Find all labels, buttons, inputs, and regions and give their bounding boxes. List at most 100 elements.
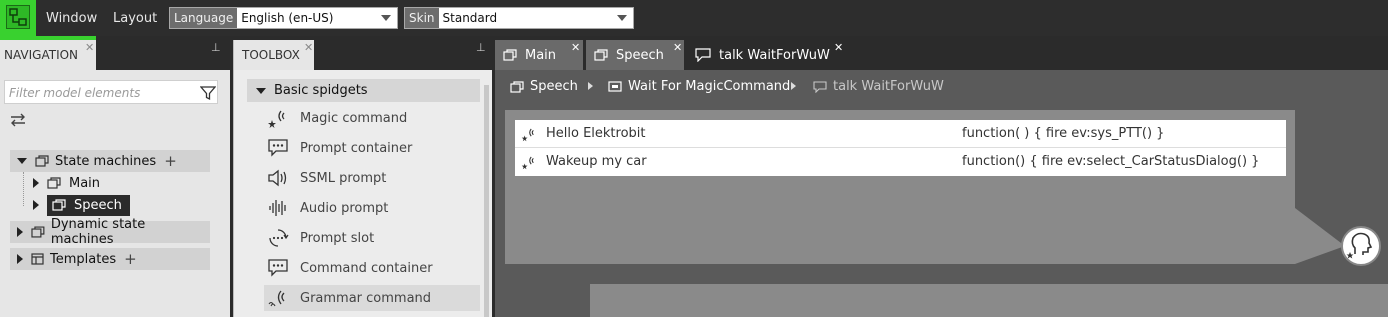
state-machine-icon xyxy=(35,155,49,167)
audio-wave-icon xyxy=(264,198,292,218)
filter-placeholder: Filter model elements xyxy=(9,86,141,100)
breadcrumb-wait[interactable]: Wait For MagicCommand xyxy=(608,79,790,94)
toolbox-panel: TOOLBOX ✕ ⊥ Basic spidgets Magic command… xyxy=(233,40,493,317)
add-icon[interactable]: + xyxy=(124,250,137,268)
grammar-name: Hello Elektrobit xyxy=(546,126,646,141)
state-icon xyxy=(608,81,622,92)
state-machine-icon xyxy=(52,199,66,211)
tool-label: SSML prompt xyxy=(300,170,387,186)
grammar-command-icon xyxy=(264,288,292,308)
breadcrumb-speech-label: Speech xyxy=(530,79,578,94)
skin-value: Standard xyxy=(442,11,498,25)
pin-icon[interactable]: ⊥ xyxy=(211,41,221,54)
tab-toolbox[interactable]: TOOLBOX xyxy=(234,40,314,70)
tab-talk-waitforwuw[interactable]: talk WaitForWuW xyxy=(687,40,849,70)
grammar-function: function( ) { fire ev:sys_PTT() } xyxy=(962,126,1165,141)
tool-label: Prompt slot xyxy=(300,230,375,246)
close-icon[interactable]: ✕ xyxy=(673,41,682,54)
breadcrumb-talk-label: talk WaitForWuW xyxy=(833,79,944,94)
tool-label: Prompt container xyxy=(300,140,413,156)
toolbox-item-prompt-container[interactable]: Prompt container xyxy=(264,135,480,161)
toolbox-item-magic-command[interactable]: Magic command xyxy=(264,105,480,131)
breadcrumb: Speech Wait For MagicCommand talk WaitFo… xyxy=(495,70,1388,104)
tab-talk-label: talk WaitForWuW xyxy=(719,47,830,63)
talk-state-box[interactable]: Hello Elektrobit function( ) { fire ev:s… xyxy=(505,110,1295,264)
table-row[interactable]: Wakeup my car function() { fire ev:selec… xyxy=(515,148,1286,176)
talk-avatar-icon[interactable] xyxy=(1341,226,1381,266)
chevron-down-icon xyxy=(381,15,391,21)
breadcrumb-talk[interactable]: talk WaitForWuW xyxy=(813,79,944,94)
pin-icon[interactable]: ⊥ xyxy=(476,41,486,54)
menu-window[interactable]: Window xyxy=(46,11,97,26)
category-label: Basic spidgets xyxy=(274,83,368,98)
language-select[interactable]: Language English (en-US) xyxy=(169,7,398,29)
tree-label-speech: Speech xyxy=(74,197,122,213)
state-diagram-icon xyxy=(9,8,27,26)
tool-label: Magic command xyxy=(300,110,408,126)
tree-item-state-machines[interactable]: State machines + xyxy=(10,150,210,172)
close-icon[interactable]: ✕ xyxy=(571,41,580,54)
chevron-right-icon[interactable] xyxy=(33,200,39,210)
chevron-down-icon[interactable] xyxy=(256,87,266,94)
tab-navigation[interactable]: NAVIGATION xyxy=(0,40,96,70)
swap-arrows-icon[interactable] xyxy=(9,112,27,128)
app-logo-button[interactable] xyxy=(0,0,36,36)
toolbox-item-command-container[interactable]: Command container xyxy=(264,255,480,281)
state-machine-icon xyxy=(503,49,517,61)
chevron-right-icon xyxy=(588,82,593,90)
top-bar: Window Layout Language English (en-US) S… xyxy=(0,0,1388,36)
callout-tail xyxy=(1295,208,1345,264)
close-icon[interactable]: ✕ xyxy=(834,41,843,54)
toolbox-category-basic-spidgets[interactable]: Basic spidgets xyxy=(247,79,480,102)
state-machine-icon xyxy=(31,226,45,238)
chevron-right-icon[interactable] xyxy=(17,227,23,237)
chevron-right-icon[interactable] xyxy=(33,178,39,188)
command-container-icon xyxy=(264,258,292,278)
tool-label: Command container xyxy=(300,260,433,276)
close-icon[interactable]: ✕ xyxy=(85,41,94,54)
skin-label: Skin xyxy=(405,8,439,28)
breadcrumb-wait-label: Wait For MagicCommand xyxy=(628,79,791,94)
tab-main[interactable]: Main xyxy=(495,40,583,70)
tree-label-main: Main xyxy=(69,175,101,191)
template-icon xyxy=(31,253,44,265)
add-icon[interactable]: + xyxy=(164,152,177,170)
chevron-right-icon xyxy=(791,82,796,90)
tree-item-dynamic-state-machines[interactable]: Dynamic state machines xyxy=(10,217,210,247)
chevron-right-icon[interactable] xyxy=(17,254,23,264)
state-machine-icon xyxy=(47,177,61,189)
toolbox-scrollbar[interactable] xyxy=(484,85,489,317)
breadcrumb-speech[interactable]: Speech xyxy=(510,79,578,94)
menu-layout[interactable]: Layout xyxy=(113,11,157,26)
filter-input[interactable]: Filter model elements xyxy=(4,80,218,104)
table-row[interactable]: Hello Elektrobit function( ) { fire ev:s… xyxy=(515,120,1286,148)
navigation-panel: NAVIGATION ✕ ⊥ Filter model elements Sta… xyxy=(0,40,230,317)
toolbox-item-prompt-slot[interactable]: Prompt slot xyxy=(264,225,480,251)
tool-label: Audio prompt xyxy=(300,200,389,216)
grammar-name: Wakeup my car xyxy=(546,154,647,169)
tab-speech[interactable]: Speech xyxy=(586,40,684,70)
language-label: Language xyxy=(170,8,238,28)
magic-command-icon xyxy=(521,154,537,174)
close-icon[interactable]: ✕ xyxy=(304,41,313,54)
state-machine-icon xyxy=(510,80,524,93)
speaker-icon xyxy=(264,168,292,188)
toolbox-item-audio-prompt[interactable]: Audio prompt xyxy=(264,195,480,221)
filter-icon[interactable] xyxy=(200,85,216,101)
toolbox-item-grammar-command[interactable]: Grammar command xyxy=(264,285,480,311)
speech-bubble-icon xyxy=(695,48,711,62)
tree-item-speech[interactable]: Speech xyxy=(33,194,133,216)
tab-main-label: Main xyxy=(525,47,557,63)
tree-item-templates[interactable]: Templates + xyxy=(10,248,210,270)
toolbox-item-ssml-prompt[interactable]: SSML prompt xyxy=(264,165,480,191)
chevron-down-icon[interactable] xyxy=(17,158,27,164)
grammar-table: Hello Elektrobit function( ) { fire ev:s… xyxy=(515,120,1286,176)
skin-select[interactable]: Skin Standard xyxy=(404,7,634,29)
tab-speech-label: Speech xyxy=(616,47,664,63)
prompt-slot-icon xyxy=(264,228,292,248)
editor-area: Main ✕ Speech ✕ talk WaitForWuW ✕ Speech xyxy=(495,40,1388,317)
tree-item-main[interactable]: Main xyxy=(33,172,183,194)
next-state-box[interactable] xyxy=(590,284,1388,317)
language-value: English (en-US) xyxy=(241,11,334,25)
tree-item-speech-selected[interactable]: Speech xyxy=(47,194,130,216)
